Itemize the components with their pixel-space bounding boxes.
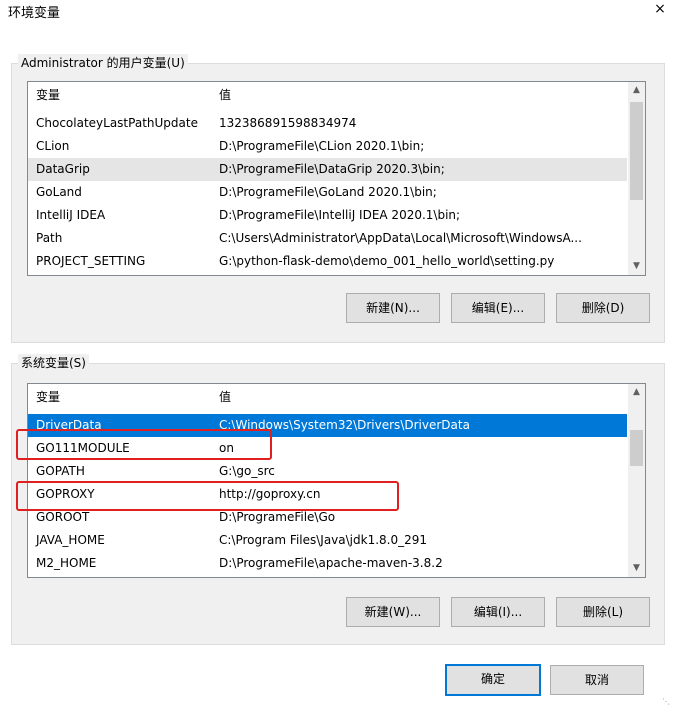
table-row[interactable]: CLion D:\ProgrameFile\CLion 2020.1\bin;: [28, 135, 627, 158]
user-new-button[interactable]: 新建(N)...: [346, 293, 440, 323]
table-row[interactable]: JAVA_HOME C:\Program Files\Java\jdk1.8.0…: [28, 529, 627, 552]
vertical-scrollbar[interactable]: ▲ ▼: [628, 384, 645, 577]
user-delete-button[interactable]: 删除(D): [556, 293, 650, 323]
column-header-value[interactable]: 值: [219, 388, 231, 405]
resize-grip-icon[interactable]: ⋱: [662, 697, 670, 706]
var-name: GOPATH: [36, 464, 85, 478]
list-header: 变量 值: [28, 82, 627, 104]
table-row[interactable]: ChocolateyLastPathUpdate 132386891598834…: [28, 112, 627, 135]
var-name: GoLand: [36, 185, 82, 199]
scroll-thumb[interactable]: [630, 102, 643, 200]
var-value: D:\ProgrameFile\IntelliJ IDEA 2020.1\bin…: [219, 208, 461, 222]
scroll-up-icon[interactable]: ▲: [628, 82, 645, 99]
system-delete-button[interactable]: 删除(L): [556, 597, 650, 627]
user-vars-list[interactable]: 变量 值 ChocolateyLastPathUpdate 1323868915…: [27, 81, 646, 276]
scroll-down-icon[interactable]: ▼: [628, 258, 645, 275]
var-value: G:\python-flask-demo\demo_001_hello_worl…: [219, 254, 555, 268]
var-value: C:\Users\Administrator\AppData\Local\Mic…: [219, 231, 582, 245]
var-name: GOROOT: [36, 510, 90, 524]
user-vars-label: Administrator 的用户变量(U): [18, 54, 188, 71]
var-value: D:\ProgrameFile\CLion 2020.1\bin;: [219, 139, 425, 153]
system-vars-label: 系统变量(S): [18, 354, 89, 371]
var-value: G:\go_src: [219, 464, 275, 478]
user-edit-button[interactable]: 编辑(E)...: [451, 293, 545, 323]
table-row[interactable]: M2_HOME D:\ProgrameFile\apache-maven-3.8…: [28, 552, 627, 575]
var-name: IntelliJ IDEA: [36, 208, 106, 222]
var-name: PROJECT_SETTING: [36, 254, 146, 268]
ok-button[interactable]: 确定: [445, 664, 541, 696]
scroll-thumb[interactable]: [630, 430, 643, 466]
table-row[interactable]: GOPATH G:\go_src: [28, 460, 627, 483]
var-name: Path: [36, 231, 63, 245]
column-header-name[interactable]: 变量: [36, 388, 60, 405]
var-value: D:\ProgrameFile\DataGrip 2020.3\bin;: [219, 162, 445, 176]
close-icon[interactable]: ×: [650, 0, 670, 20]
var-value: C:\Program Files\Java\jdk1.8.0_291: [219, 533, 428, 547]
column-header-value[interactable]: 值: [219, 86, 231, 103]
var-name: CLion: [36, 139, 70, 153]
var-value: D:\ProgrameFile\Go: [219, 510, 336, 524]
var-value: D:\ProgrameFile\GoLand 2020.1\bin;: [219, 185, 437, 199]
table-row[interactable]: PROJECT_SETTING G:\python-flask-demo\dem…: [28, 250, 627, 273]
var-value: 132386891598834974: [219, 116, 357, 130]
list-header: 变量 值: [28, 384, 627, 406]
highlight-box-goproxy: [16, 481, 399, 511]
table-row[interactable]: Path C:\Users\Administrator\AppData\Loca…: [28, 227, 627, 250]
scroll-up-icon[interactable]: ▲: [628, 384, 645, 401]
system-new-button[interactable]: 新建(W)...: [346, 597, 440, 627]
table-row[interactable]: DataGrip D:\ProgrameFile\DataGrip 2020.3…: [28, 158, 627, 181]
vertical-scrollbar[interactable]: ▲ ▼: [628, 82, 645, 275]
var-name: M2_HOME: [36, 556, 97, 570]
var-value: D:\ProgrameFile\apache-maven-3.8.2: [219, 556, 443, 570]
var-name: ChocolateyLastPathUpdate: [36, 116, 198, 130]
highlight-box-go111module: [16, 429, 272, 460]
system-edit-button[interactable]: 编辑(I)...: [451, 597, 545, 627]
var-name: DataGrip: [36, 162, 90, 176]
table-row[interactable]: GoLand D:\ProgrameFile\GoLand 2020.1\bin…: [28, 181, 627, 204]
var-name: JAVA_HOME: [36, 533, 105, 547]
column-header-name[interactable]: 变量: [36, 86, 60, 103]
scroll-down-icon[interactable]: ▼: [628, 560, 645, 577]
dialog-title: 环境变量: [8, 6, 61, 21]
cancel-button[interactable]: 取消: [550, 665, 644, 695]
table-row[interactable]: IntelliJ IDEA D:\ProgrameFile\IntelliJ I…: [28, 204, 627, 227]
